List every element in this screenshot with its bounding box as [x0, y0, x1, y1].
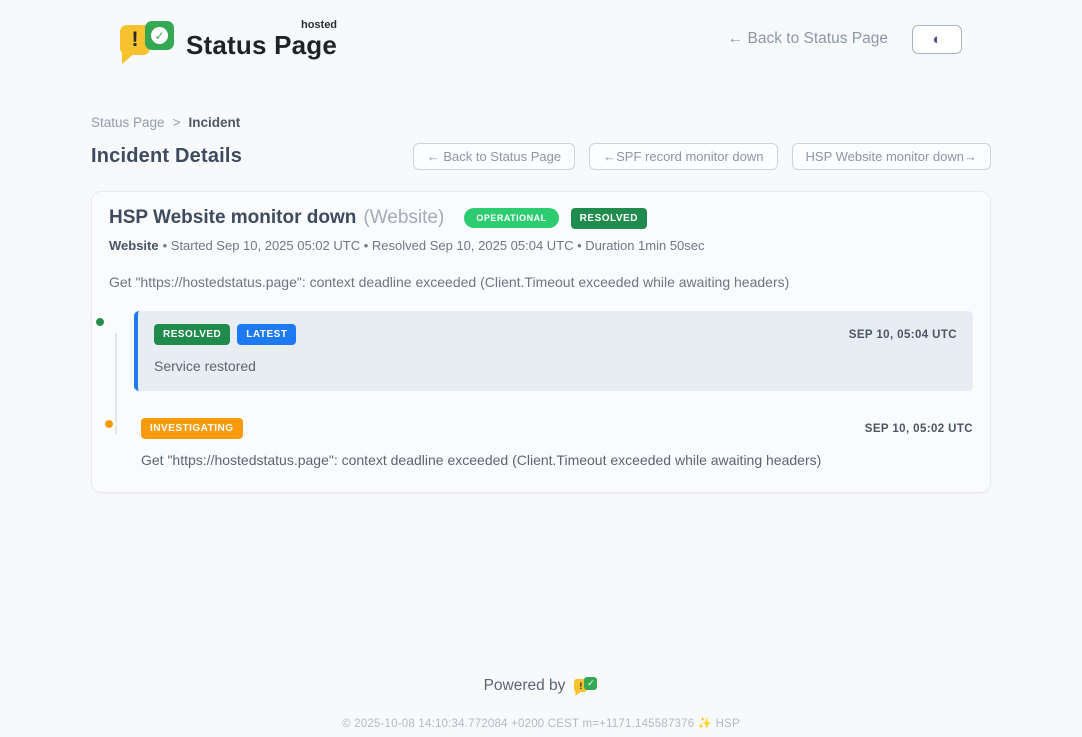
main-content: Status Page > Incident Incident Details …	[91, 115, 991, 493]
timeline-entry-investigating: INVESTIGATING SEP 10, 05:02 UTC Get "htt…	[134, 418, 973, 468]
timeline-timestamp: SEP 10, 05:04 UTC	[849, 329, 957, 341]
powered-by-logo-icon: ! ✓	[574, 675, 598, 697]
incident-meta-details: • Started Sep 10, 2025 05:02 UTC • Resol…	[163, 238, 705, 253]
powered-by-label: Powered by	[484, 677, 566, 695]
mini-logo-check: ✓	[584, 677, 597, 690]
header-back-to-status-page-link[interactable]: ← Back to Status Page	[728, 30, 888, 48]
timeline-dot-green	[93, 315, 107, 329]
resolved-state-badge: RESOLVED	[571, 208, 647, 229]
logo-exclamation: !	[132, 28, 139, 52]
timeline-entry-header: INVESTIGATING SEP 10, 05:02 UTC	[141, 418, 973, 439]
timeline-connector-line	[115, 333, 117, 434]
footer: Powered by ! ✓ © 2025-10-08 14:10:34.772…	[0, 675, 1082, 730]
breadcrumb: Status Page > Incident	[91, 115, 991, 130]
logo-title: Status Page	[186, 32, 337, 58]
incident-meta: Website • Started Sep 10, 2025 05:02 UTC …	[109, 238, 973, 253]
incident-card: HSP Website monitor down (Website) OPERA…	[91, 191, 991, 493]
half-circle-theme-icon: ◐	[932, 31, 941, 48]
timeline-timestamp: SEP 10, 05:02 UTC	[865, 423, 973, 435]
page-title-row: Incident Details ← Back to Status Page ←…	[91, 143, 991, 170]
timeline-message: Service restored	[154, 358, 957, 374]
investigating-badge: INVESTIGATING	[141, 418, 243, 439]
incident-nav-buttons: ← Back to Status Page ←SPF record monito…	[413, 143, 991, 170]
app-logo[interactable]: ! ✓ hosted Status Page	[118, 16, 337, 62]
mini-logo-tail	[575, 691, 581, 696]
back-to-status-page-button[interactable]: ← Back to Status Page	[413, 143, 575, 170]
logo-check-icon: ✓	[151, 27, 168, 44]
logo-check-bubble: ✓	[145, 21, 174, 50]
incident-timeline: RESOLVED LATEST SEP 10, 05:04 UTC Servic…	[109, 311, 973, 468]
breadcrumb-separator: >	[173, 115, 181, 130]
next-incident-button[interactable]: HSP Website monitor down→	[792, 143, 991, 170]
operational-status-badge: OPERATIONAL	[464, 208, 558, 228]
status-page-logo-icon: ! ✓	[118, 16, 174, 62]
header-actions: ← Back to Status Page ◐	[728, 25, 962, 54]
incident-title: HSP Website monitor down	[109, 207, 356, 229]
breadcrumb-current-incident: Incident	[188, 115, 240, 130]
header: ! ✓ hosted Status Page ← Back to Status …	[0, 0, 1082, 64]
prev-incident-button[interactable]: ←SPF record monitor down	[589, 143, 777, 170]
incident-title-row: HSP Website monitor down (Website) OPERA…	[109, 207, 973, 229]
latest-badge: LATEST	[237, 324, 296, 345]
incident-service-name: (Website)	[363, 207, 444, 229]
breadcrumb-status-page-link[interactable]: Status Page	[91, 115, 165, 130]
copyright-text: © 2025-10-08 14:10:34.772084 +0200 CEST …	[0, 716, 1082, 730]
incident-meta-service: Website	[109, 238, 159, 253]
incident-description: Get "https://hostedstatus.page": context…	[109, 274, 973, 290]
page-title: Incident Details	[91, 145, 242, 168]
resolved-badge: RESOLVED	[154, 324, 230, 345]
timeline-dot-orange	[102, 417, 116, 431]
theme-toggle-button[interactable]: ◐	[912, 25, 962, 54]
timeline-entry-resolved: RESOLVED LATEST SEP 10, 05:04 UTC Servic…	[134, 311, 973, 391]
logo-text: hosted Status Page	[186, 20, 337, 62]
timeline-message: Get "https://hostedstatus.page": context…	[141, 452, 973, 468]
powered-by[interactable]: Powered by ! ✓	[484, 675, 599, 697]
timeline-entry-header: RESOLVED LATEST SEP 10, 05:04 UTC	[154, 324, 957, 345]
